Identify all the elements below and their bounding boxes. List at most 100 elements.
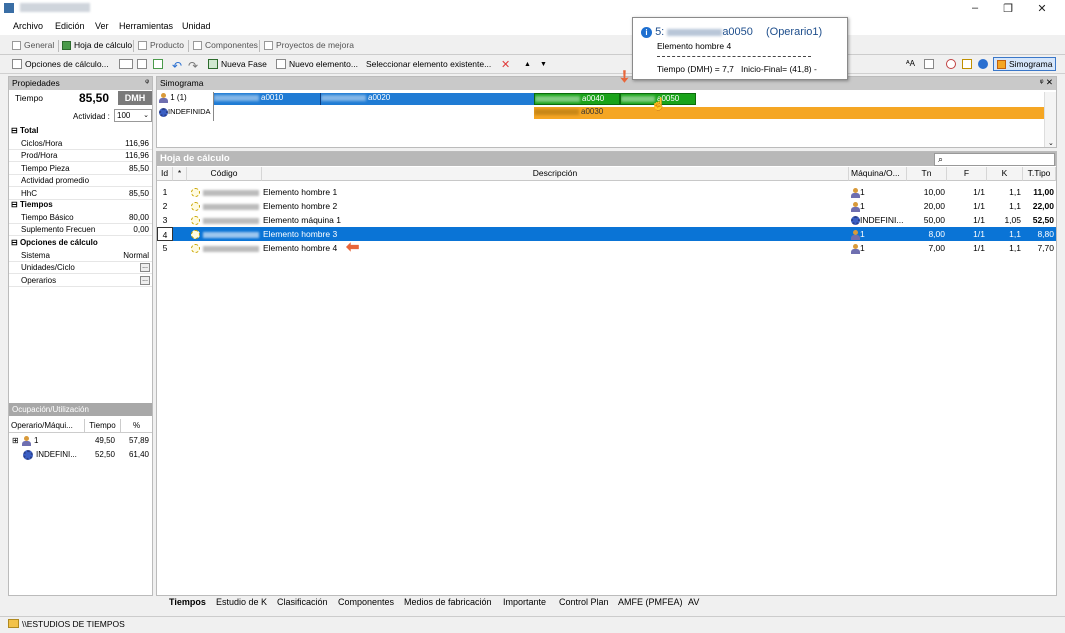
text-format-icon[interactable]: ᴬA: [906, 59, 915, 68]
tab-av[interactable]: AV: [688, 597, 699, 607]
info-icon: i: [641, 27, 652, 38]
section-opciones[interactable]: ⊟ Opciones de cálculo: [9, 237, 152, 249]
tab-medios-de-fabricacion[interactable]: Medios de fabricación: [404, 597, 492, 607]
tab-proyectos-de-mejora[interactable]: Proyectos de mejora: [264, 40, 354, 50]
table-row[interactable]: 5 Elemento hombre 4 1 7,00 1/1 1,1 7,70: [157, 241, 1056, 255]
menu-edicion[interactable]: Edición: [55, 21, 85, 31]
expand-icon[interactable]: ⊞: [12, 436, 19, 445]
tab-tiempos[interactable]: Tiempos: [169, 597, 206, 607]
property-row[interactable]: HhC 85,50: [9, 188, 152, 200]
collapse-icon: ⊟: [11, 238, 18, 247]
move-down-icon[interactable]: ▼: [540, 61, 547, 68]
ellipsis-button[interactable]: ...: [140, 263, 150, 273]
chevron-down-icon: ⌄: [143, 112, 149, 119]
table-row[interactable]: 3 Elemento máquina 1 INDEFINI... 50,00 1/1 1,…: [157, 213, 1056, 227]
section-tiempos[interactable]: ⊟ Tiempos: [9, 199, 152, 211]
property-row[interactable]: Actividad promedio: [9, 175, 152, 188]
col-id[interactable]: Id: [157, 167, 173, 181]
property-row[interactable]: Operarios1...: [9, 275, 152, 287]
delete-icon[interactable]: ✕: [501, 58, 510, 71]
col-k[interactable]: K: [987, 167, 1023, 181]
table-row[interactable]: 2 Elemento hombre 2 1 20,00 1/1 1,1 22,00: [157, 199, 1056, 213]
element-icon: [191, 216, 200, 226]
tab-importante[interactable]: Importante: [503, 597, 546, 607]
opciones-calculo-button[interactable]: Opciones de cálculo...: [12, 59, 109, 69]
tooltip-divider: [657, 56, 811, 57]
property-row[interactable]: Tiempo Pieza 85,50: [9, 163, 152, 175]
ocupacion-row[interactable]: INDEFINI... 52,50 61,40: [9, 449, 152, 462]
table-row[interactable]: 1 Elemento hombre 1 1 10,00 1/1 1,1 11,00: [157, 185, 1056, 199]
refresh-icon[interactable]: [153, 59, 163, 69]
tab-componentes[interactable]: Componentes: [193, 40, 258, 50]
property-row[interactable]: Tiempo Básico 80,00: [9, 212, 152, 224]
report-icon[interactable]: [924, 59, 934, 69]
seleccionar-elemento-button[interactable]: Seleccionar elemento existente...: [366, 59, 491, 69]
collapse-icon: ⊟: [11, 126, 18, 135]
tab-estudio-de-k[interactable]: Estudio de K: [216, 597, 267, 607]
help-icon[interactable]: [978, 59, 988, 69]
menu-herramientas[interactable]: Herramientas: [119, 21, 173, 31]
tooltip-times: Tiempo (DMH) = 7,7 Inicio-Final= (41,8) …: [657, 64, 817, 74]
status-path: \\ESTUDIOS DE TIEMPOS: [22, 619, 125, 629]
copy-icon[interactable]: [137, 59, 147, 69]
nuevo-elemento-button[interactable]: Nuevo elemento...: [276, 59, 358, 69]
col-operario[interactable]: Operario/Máqui...: [9, 419, 85, 433]
simograma-panel: Simograma ᵠ ✕ 1 (1) INDEFINIDA a0010 a002…: [156, 76, 1057, 148]
property-row[interactable]: Unidades/Ciclo1...: [9, 262, 152, 275]
col-maquina[interactable]: Máquina/O...: [849, 167, 907, 181]
section-total[interactable]: ⊟ Total: [9, 125, 152, 137]
folder-icon: [8, 619, 19, 628]
property-row[interactable]: Sistema Normal: [9, 250, 152, 262]
tab-hoja-de-calculo[interactable]: Hoja de cálculo: [62, 40, 132, 50]
tab-componentes[interactable]: Componentes: [338, 597, 394, 607]
hoja-de-calculo-grid: Hoja de cálculo ⌕ Id * Código Descripció…: [156, 151, 1057, 596]
property-row[interactable]: Ciclos/Hora 116,96: [9, 138, 152, 150]
nueva-fase-button[interactable]: Nueva Fase: [208, 59, 267, 69]
dit-icon[interactable]: [119, 59, 133, 69]
chevron-down-icon: ⌄: [1048, 140, 1054, 147]
property-row[interactable]: Prod/Hora 116,96: [9, 150, 152, 163]
tab-amfe[interactable]: AMFE (PMFEA): [618, 597, 683, 607]
col-f[interactable]: F: [947, 167, 987, 181]
bar-a0020[interactable]: a0020: [321, 93, 534, 105]
redo-icon[interactable]: ↷: [188, 59, 198, 73]
simograma-machine-label: INDEFINIDA: [159, 107, 211, 117]
bar-a0030[interactable]: a0030: [534, 107, 1044, 119]
ellipsis-button[interactable]: ...: [140, 275, 150, 285]
bar-a0010[interactable]: a0010: [214, 93, 321, 105]
table-row[interactable]: 4 Elemento hombre 3 1 8,00 1/1 1,1 8,80: [157, 227, 1056, 241]
export-icon[interactable]: [962, 59, 972, 69]
col-tiempo[interactable]: Tiempo: [85, 419, 121, 433]
chart-icon[interactable]: [946, 59, 956, 69]
property-row[interactable]: Suplemento Frecuen 0,00: [9, 224, 152, 237]
col-tn[interactable]: Tn: [907, 167, 947, 181]
menu-unidad[interactable]: Unidad: [182, 21, 211, 31]
components-icon: [193, 40, 202, 50]
app-icon: [4, 3, 14, 13]
undo-icon[interactable]: ↶: [172, 59, 182, 73]
col-descripcion[interactable]: Descripción: [262, 167, 849, 181]
maximize-button[interactable]: ❐: [993, 2, 1023, 15]
menu-archivo[interactable]: Archivo: [13, 21, 43, 31]
tab-control-plan[interactable]: Control Plan: [559, 597, 609, 607]
col-star[interactable]: *: [173, 167, 187, 181]
simograma-scrollbar[interactable]: ⌄: [1044, 92, 1056, 147]
actividad-select[interactable]: 100 ⌄: [114, 109, 152, 122]
tab-producto[interactable]: Producto: [138, 40, 184, 50]
tab-clasificacion[interactable]: Clasificación: [277, 597, 328, 607]
col-ttipo[interactable]: T.Tipo: [1023, 167, 1056, 181]
pin-icon[interactable]: ᵠ: [145, 77, 149, 87]
col-pct[interactable]: %: [121, 419, 152, 433]
element-icon: [191, 230, 200, 240]
ocupacion-row[interactable]: ⊞ 1 49,50 57,89: [9, 435, 152, 448]
simograma-button[interactable]: Simograma: [993, 57, 1057, 71]
col-codigo[interactable]: Código: [187, 167, 262, 181]
bar-a0040[interactable]: a0040: [534, 93, 620, 105]
menu-ver[interactable]: Ver: [95, 21, 109, 31]
move-up-icon[interactable]: ▲: [524, 61, 531, 68]
close-button[interactable]: ✕: [1027, 2, 1057, 15]
tab-general[interactable]: General: [12, 40, 54, 50]
search-input[interactable]: ⌕: [934, 153, 1055, 166]
pin-close-icons[interactable]: ᵠ ✕: [1040, 77, 1053, 88]
minimize-button[interactable]: –: [960, 2, 990, 14]
